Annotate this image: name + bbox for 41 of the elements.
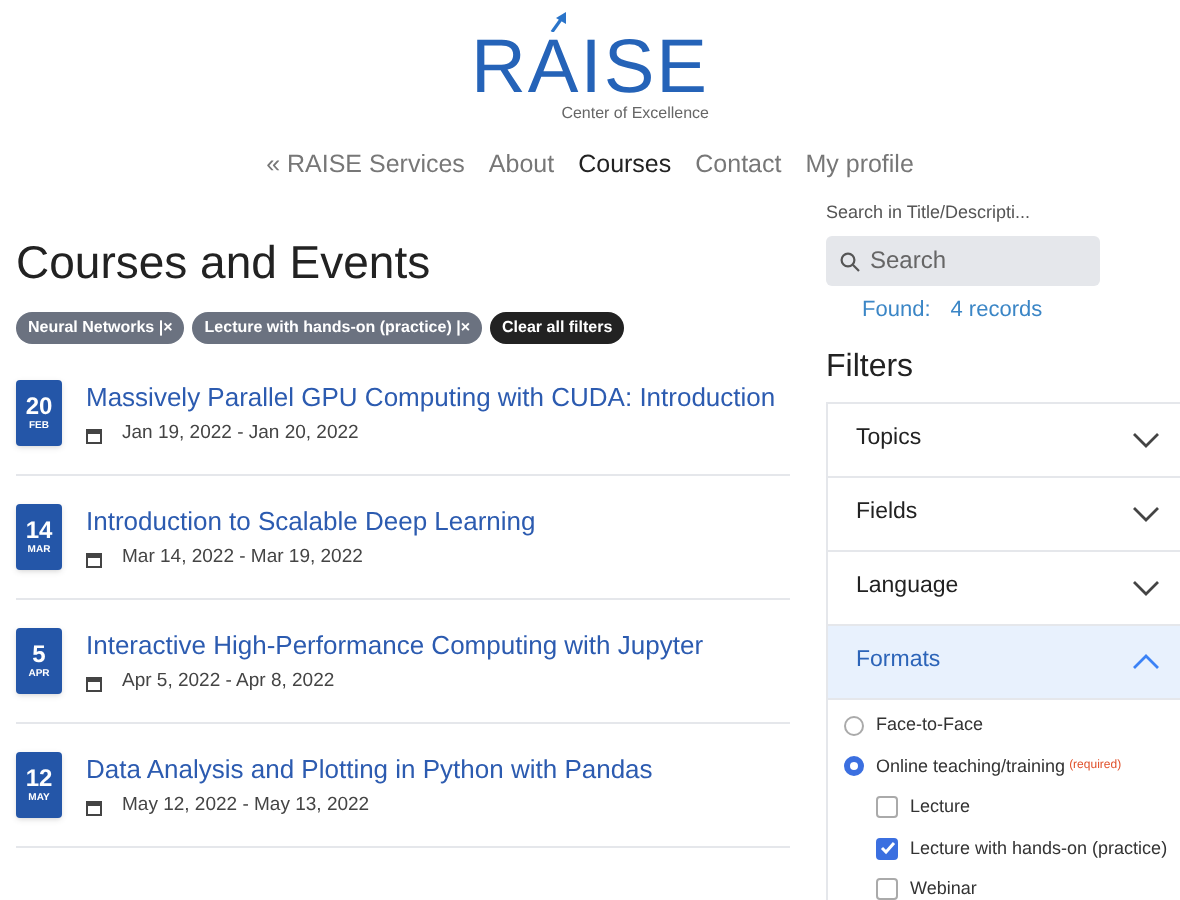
nav-link[interactable]: Courses <box>578 148 672 180</box>
found-label: Found: <box>862 295 931 325</box>
calendar-icon <box>86 551 102 567</box>
radio-button[interactable] <box>844 756 864 777</box>
calendar-icon <box>86 427 102 443</box>
filter-section-header[interactable]: Formats <box>828 626 1180 700</box>
logo-name: RAISE <box>470 32 710 104</box>
search-label: Search in Title/Descripti... <box>826 200 1033 226</box>
event-dates: May 12, 2022 - May 13, 2022 <box>122 792 370 821</box>
nav-link[interactable]: Contact <box>695 148 782 180</box>
filters-title: Filters <box>826 348 916 388</box>
event-title[interactable]: Introduction to Scalable Deep Learning <box>86 500 790 543</box>
found-count: 4 records <box>950 295 1043 325</box>
search-field[interactable]: Search <box>826 235 1100 285</box>
option-label: Lecture <box>910 794 971 820</box>
nav-link[interactable]: About <box>488 148 555 180</box>
page-title: Courses and Events <box>16 234 433 292</box>
checkbox[interactable] <box>876 796 898 819</box>
event-title[interactable]: Interactive High-Performance Computing with Jupyter <box>86 624 790 667</box>
event-dates: Mar 14, 2022 - Mar 19, 2022 <box>122 544 363 573</box>
option-label: Face-to-Face <box>876 712 984 738</box>
search-icon <box>840 251 860 271</box>
option-label: Webinar <box>910 876 977 900</box>
option-label: Online teaching/training <box>876 753 1066 780</box>
checkbox[interactable] <box>876 878 898 900</box>
calendar-icon <box>86 799 102 815</box>
event-dates: Apr 5, 2022 - Apr 8, 2022 <box>122 668 335 697</box>
checkbox[interactable] <box>876 837 898 860</box>
nav-link[interactable]: My profile <box>805 148 914 180</box>
event-title[interactable]: Massively Parallel GPU Computing with CUDA: Introduction <box>86 376 790 419</box>
arrow-icon <box>550 12 571 32</box>
option-label: Lecture with hands-on (practice) <box>910 835 1168 862</box>
nav-link[interactable]: « RAISE Services <box>266 148 465 180</box>
filter-chip[interactable]: Lecture with hands-on (practice) |× <box>192 312 483 344</box>
filter-chip[interactable]: Neural Networks |× <box>16 312 185 344</box>
radio-button[interactable] <box>844 715 864 736</box>
event-dates: Jan 19, 2022 - Jan 20, 2022 <box>122 420 359 449</box>
logo-tagline: Center of Excellence <box>561 104 710 124</box>
clear-filters-button[interactable]: Clear all filters <box>490 312 625 344</box>
calendar-icon <box>86 675 102 691</box>
event-title[interactable]: Data Analysis and Plotting in Python with Pandas <box>86 748 790 791</box>
